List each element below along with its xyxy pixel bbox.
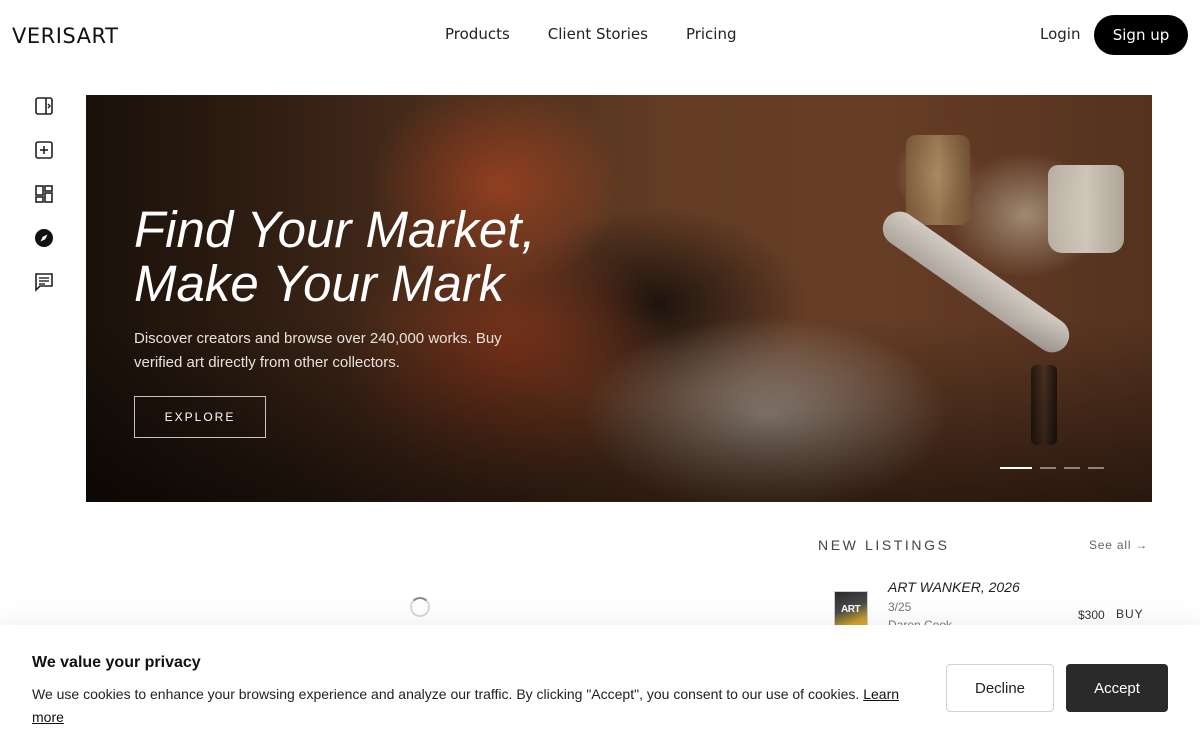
nav-pricing[interactable]: Pricing bbox=[686, 25, 737, 43]
carousel-dot-1[interactable] bbox=[1000, 467, 1032, 469]
explore-button[interactable]: EXPLORE bbox=[134, 396, 266, 438]
hero-banner: Find Your Market, Make Your Mark Discove… bbox=[86, 95, 1152, 502]
add-square-icon[interactable] bbox=[33, 139, 55, 161]
main-nav: Products Client Stories Pricing bbox=[445, 25, 737, 43]
hero-description: Discover creators and browse over 240,00… bbox=[134, 330, 502, 371]
compass-icon[interactable] bbox=[33, 227, 55, 249]
listing-title[interactable]: ART WANKER, 2026 bbox=[888, 579, 1020, 595]
carousel-dot-2[interactable] bbox=[1040, 467, 1056, 469]
panel-toggle-icon[interactable] bbox=[33, 95, 55, 117]
carousel-dot-4[interactable] bbox=[1088, 467, 1104, 469]
carousel-indicators bbox=[1000, 467, 1104, 469]
listing-price: $300 bbox=[1078, 608, 1105, 622]
buy-button[interactable]: BUY bbox=[1116, 607, 1144, 621]
nav-products[interactable]: Products bbox=[445, 25, 510, 43]
nav-client-stories[interactable]: Client Stories bbox=[548, 25, 648, 43]
site-header: VERISART Products Client Stories Pricing… bbox=[0, 0, 1200, 70]
chat-icon[interactable] bbox=[33, 271, 55, 293]
see-all-link[interactable]: See all → bbox=[1089, 538, 1148, 552]
verisart-logo[interactable]: VERISART bbox=[12, 24, 118, 48]
cookie-text: We use cookies to enhance your browsing … bbox=[32, 683, 912, 729]
loading-spinner-icon bbox=[410, 597, 430, 617]
hero-title-line-2: Make Your Mark bbox=[134, 255, 505, 312]
login-link[interactable]: Login bbox=[1040, 25, 1080, 43]
cookie-banner: We value your privacy We use cookies to … bbox=[0, 625, 1200, 750]
carousel-dot-3[interactable] bbox=[1064, 467, 1080, 469]
dashboard-icon[interactable] bbox=[33, 183, 55, 205]
signup-button[interactable]: Sign up bbox=[1094, 15, 1188, 55]
accept-button[interactable]: Accept bbox=[1066, 664, 1168, 712]
cookie-title: We value your privacy bbox=[32, 654, 201, 671]
cookie-message: We use cookies to enhance your browsing … bbox=[32, 686, 860, 702]
decline-button[interactable]: Decline bbox=[946, 664, 1054, 712]
listing-edition: 3/25 bbox=[888, 600, 912, 614]
new-listings-title: NEW LISTINGS bbox=[818, 537, 950, 553]
hero-title-line-1: Find Your Market, bbox=[134, 201, 536, 258]
left-sidebar bbox=[33, 95, 55, 315]
hero-title: Find Your Market, Make Your Mark bbox=[134, 203, 536, 311]
